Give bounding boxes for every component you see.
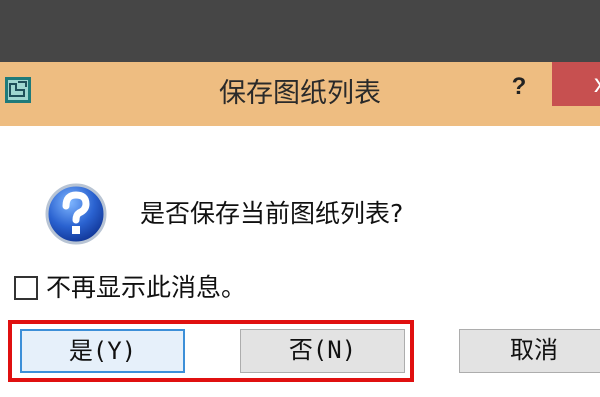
checkbox-label[interactable]: 不再显示此消息。 — [46, 270, 446, 306]
dont-show-again-checkbox[interactable] — [14, 276, 38, 300]
yes-button[interactable]: 是(Y) — [20, 329, 185, 373]
background-strip — [0, 0, 600, 62]
dialog-title: 保存图纸列表 — [219, 78, 381, 109]
cancel-button[interactable]: 取消 — [459, 329, 600, 373]
close-icon: x — [594, 68, 600, 99]
no-button[interactable]: 否(N) — [240, 329, 405, 373]
close-button[interactable]: x — [552, 62, 600, 106]
dialog-message: 是否保存当前图纸列表? — [140, 199, 404, 228]
app-icon — [5, 77, 31, 103]
help-button[interactable]: ? — [504, 70, 534, 104]
question-icon — [45, 183, 107, 245]
